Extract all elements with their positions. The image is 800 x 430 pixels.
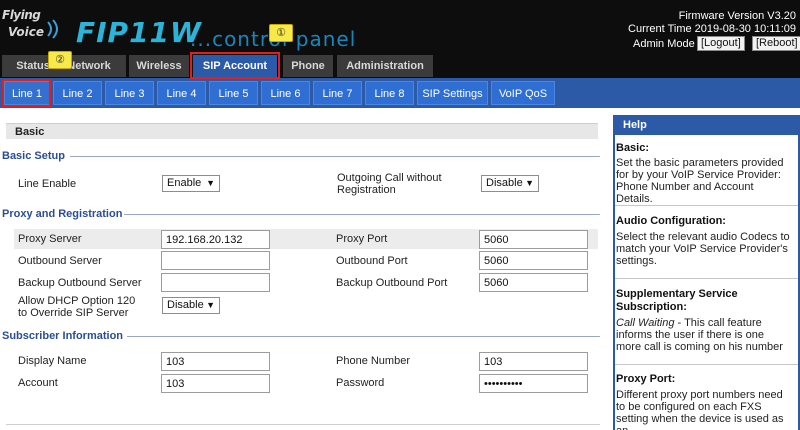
- subtab-line-8[interactable]: Line 8: [365, 81, 414, 105]
- help-proxy-port-text: Different proxy port numbers need to be …: [616, 389, 784, 430]
- group-title-subscriber: Subscriber Information: [2, 330, 124, 342]
- account-input[interactable]: [161, 374, 270, 393]
- help-call-waiting: Call Waiting: [616, 317, 675, 329]
- help-proxy-port-title: Proxy Port:: [616, 373, 676, 385]
- account-label: Account: [18, 377, 58, 389]
- help-separator: [615, 278, 798, 279]
- subtab-voip-qos[interactable]: VoIP QoS: [491, 81, 555, 105]
- subtab-line-1[interactable]: Line 1: [4, 81, 50, 105]
- help-basic-text: Set the basic parameters provided for by…: [616, 157, 784, 205]
- backup-outbound-port-label: Backup Outbound Port: [336, 277, 448, 289]
- phone-number-input[interactable]: [479, 352, 588, 371]
- help-supplementary-title: Supplementary Service Subscription:: [616, 288, 738, 313]
- group-divider: [124, 214, 600, 215]
- line-enable-select[interactable]: Enable ▼: [162, 175, 220, 192]
- line-enable-value: Enable: [167, 177, 202, 189]
- outgoing-call-select[interactable]: Disable ▼: [481, 175, 539, 192]
- tab-phone[interactable]: Phone: [283, 55, 333, 77]
- outgoing-call-value: Disable: [486, 177, 523, 189]
- help-audio-text: Select the relevant audio Codecs to matc…: [616, 231, 790, 267]
- outgoing-call-label: Outgoing Call without Registration: [337, 172, 442, 196]
- password-label: Password: [336, 377, 385, 389]
- subtab-line-5[interactable]: Line 5: [209, 81, 258, 105]
- section-header-basic: Basic: [6, 123, 598, 139]
- help-body: Basic: Set the basic parameters provided…: [613, 135, 800, 430]
- backup-outbound-server-input[interactable]: [161, 273, 270, 292]
- dhcp-option-value: Disable: [167, 299, 204, 311]
- outbound-server-input[interactable]: [161, 251, 270, 270]
- group-title-basic-setup: Basic Setup: [2, 150, 65, 162]
- proxy-server-label: Proxy Server: [18, 233, 82, 245]
- outbound-server-label: Outbound Server: [18, 255, 102, 267]
- proxy-port-input[interactable]: [479, 230, 588, 249]
- outbound-port-input[interactable]: [479, 251, 588, 270]
- subtab-line-2[interactable]: Line 2: [53, 81, 102, 105]
- line-enable-label: Line Enable: [18, 178, 77, 190]
- help-title: Help: [613, 115, 800, 135]
- firmware-version: Firmware Version V3.20: [678, 10, 796, 22]
- header-bar: Flying Voice FIP11W ...control panel Fir…: [0, 0, 800, 78]
- subtab-sip-settings[interactable]: SIP Settings: [417, 81, 488, 105]
- dropdown-arrow-icon: ▼: [525, 178, 534, 188]
- flyingvoice-logo: Flying Voice: [2, 8, 70, 48]
- dropdown-arrow-icon: ▼: [206, 178, 215, 188]
- dropdown-arrow-icon: ▼: [206, 300, 215, 310]
- subtab-line-7[interactable]: Line 7: [313, 81, 362, 105]
- password-input[interactable]: [479, 374, 588, 393]
- subtab-line-6[interactable]: Line 6: [261, 81, 310, 105]
- backup-outbound-port-input[interactable]: [479, 273, 588, 292]
- group-divider: [70, 156, 600, 157]
- display-name-label: Display Name: [18, 355, 87, 367]
- proxy-server-input[interactable]: [161, 230, 270, 249]
- help-separator: [615, 205, 798, 206]
- reboot-button[interactable]: [Reboot]: [752, 36, 800, 51]
- backup-outbound-server-label: Backup Outbound Server: [18, 277, 142, 289]
- logo-text-bottom: Voice: [8, 25, 45, 39]
- tab-sip-account[interactable]: SIP Account: [193, 55, 277, 77]
- annotation-marker-1: ①: [269, 24, 293, 42]
- help-separator: [615, 364, 798, 365]
- signal-waves-icon: [47, 19, 58, 39]
- tab-wireless[interactable]: Wireless: [129, 55, 189, 77]
- tab-administration[interactable]: Administration: [337, 55, 433, 77]
- current-time: Current Time 2019-08-30 10:11:09: [628, 23, 796, 35]
- logo-text-top: Flying: [2, 8, 41, 22]
- help-supplementary-text: Call Waiting - This call feature informs…: [616, 317, 792, 353]
- dhcp-option-select[interactable]: Disable ▼: [162, 297, 220, 314]
- group-divider: [127, 336, 600, 337]
- admin-mode-label: Admin Mode: [633, 38, 695, 50]
- annotation-marker-2: ②: [48, 51, 72, 69]
- group-title-proxy-registration: Proxy and Registration: [2, 208, 123, 220]
- dhcp-option-label: Allow DHCP Option 120 to Override SIP Se…: [18, 295, 136, 319]
- subtab-line-3[interactable]: Line 3: [105, 81, 154, 105]
- subtab-line-4[interactable]: Line 4: [157, 81, 206, 105]
- help-panel: Help Basic: Set the basic parameters pro…: [613, 115, 800, 430]
- device-model-title: FIP11W: [76, 16, 202, 49]
- phone-number-label: Phone Number: [336, 355, 410, 367]
- help-basic-title: Basic:: [616, 142, 650, 154]
- outbound-port-label: Outbound Port: [336, 255, 408, 267]
- logout-button[interactable]: [Logout]: [697, 36, 745, 51]
- display-name-input[interactable]: [161, 352, 270, 371]
- proxy-port-label: Proxy Port: [336, 233, 388, 245]
- help-audio-title: Audio Configuration:: [616, 215, 726, 227]
- bottom-divider: [6, 424, 600, 425]
